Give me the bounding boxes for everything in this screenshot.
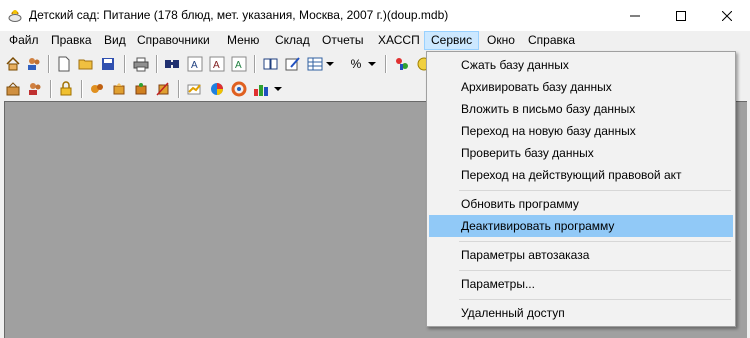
open-folder-icon[interactable]: [76, 54, 96, 74]
toolbar-separator: [178, 80, 180, 98]
tools-icon[interactable]: [392, 54, 412, 74]
staff-icon[interactable]: [25, 79, 45, 99]
home-icon[interactable]: [3, 54, 23, 74]
nutrition-icon[interactable]: [229, 79, 249, 99]
product-icon[interactable]: [131, 79, 151, 99]
minimize-button[interactable]: [612, 0, 658, 31]
menu-item-update-program[interactable]: Обновить программу: [429, 193, 733, 215]
menu-references[interactable]: Справочники: [131, 31, 216, 50]
svg-text:A: A: [191, 60, 198, 71]
save-icon[interactable]: [98, 54, 118, 74]
menu-service[interactable]: Сервис: [424, 31, 480, 50]
menu-haccp[interactable]: ХАССП: [372, 31, 426, 50]
window-title: Детский сад: Питание (178 блюд, мет. ука…: [29, 8, 449, 22]
menu-item-deactivate-program[interactable]: Деактивировать программу: [429, 215, 733, 237]
users-icon[interactable]: [24, 54, 44, 74]
main-toolbar: A A A %: [0, 52, 440, 76]
menu-separator: [459, 299, 731, 300]
menu-window[interactable]: Окно: [481, 31, 521, 50]
menu-reports[interactable]: Отчеты: [316, 31, 369, 50]
print-icon[interactable]: [131, 54, 151, 74]
toolbar-separator: [48, 55, 50, 73]
svg-text:A: A: [235, 60, 242, 71]
menu-item-parameters[interactable]: Параметры...: [429, 273, 733, 295]
filter-icon[interactable]: A: [229, 54, 249, 74]
percent-button[interactable]: %: [346, 54, 366, 74]
table-icon[interactable]: [305, 54, 325, 74]
menu-edit[interactable]: Правка: [45, 31, 98, 50]
basket-icon[interactable]: [3, 79, 23, 99]
menu-separator: [459, 270, 731, 271]
menu-item-archive-db[interactable]: Архивировать базу данных: [429, 76, 733, 98]
menu-view[interactable]: Вид: [98, 31, 132, 50]
find-icon[interactable]: [162, 54, 182, 74]
menu-item-switch-legal-act[interactable]: Переход на действующий правовой акт: [429, 164, 733, 186]
toolbar-separator: [254, 55, 256, 73]
edit-icon[interactable]: [283, 54, 303, 74]
menu-separator: [459, 190, 731, 191]
menu-item-autoorder-params[interactable]: Параметры автозаказа: [429, 244, 733, 266]
chevron-down-icon[interactable]: [324, 54, 336, 74]
app-icon: [7, 7, 23, 23]
menu-item-compact-db[interactable]: Сжать базу данных: [429, 54, 733, 76]
menu-bar: Файл Правка Вид Справочники Меню Склад О…: [0, 31, 750, 51]
toolbar-separator: [50, 80, 52, 98]
menu-item-remote-access[interactable]: Удаленный доступ: [429, 302, 733, 324]
bar-chart-icon[interactable]: [251, 79, 271, 99]
ingredients-icon[interactable]: [87, 79, 107, 99]
secondary-toolbar: [0, 77, 300, 101]
menu-separator: [459, 241, 731, 242]
toolbar-separator: [156, 55, 158, 73]
menu-menu[interactable]: Меню: [221, 31, 265, 50]
toolbar-separator: [385, 55, 387, 73]
maximize-button[interactable]: [658, 0, 704, 31]
new-document-icon[interactable]: [54, 54, 74, 74]
sort-descending-icon[interactable]: A: [207, 54, 227, 74]
lock-icon[interactable]: [56, 79, 76, 99]
dish-icon[interactable]: [109, 79, 129, 99]
service-menu-dropdown: Сжать базу данных Архивировать базу данн…: [426, 51, 736, 327]
title-bar: Детский сад: Питание (178 блюд, мет. ука…: [0, 0, 750, 31]
menu-file[interactable]: Файл: [3, 31, 45, 50]
menu-help[interactable]: Справка: [522, 31, 581, 50]
book-icon[interactable]: [261, 54, 281, 74]
close-button[interactable]: [704, 0, 750, 31]
menu-warehouse[interactable]: Склад: [269, 31, 316, 50]
sort-ascending-icon[interactable]: A: [185, 54, 205, 74]
pie-chart-icon[interactable]: [207, 79, 227, 99]
svg-text:A: A: [213, 60, 220, 71]
chevron-down-icon[interactable]: [272, 79, 284, 99]
toolbar-separator: [81, 80, 83, 98]
recipe-icon[interactable]: [153, 79, 173, 99]
pencil-chart-icon[interactable]: [185, 79, 205, 99]
menu-item-attach-db-to-mail[interactable]: Вложить в письмо базу данных: [429, 98, 733, 120]
chevron-down-icon[interactable]: [366, 54, 378, 74]
toolbar-separator: [124, 55, 126, 73]
menu-item-check-db[interactable]: Проверить базу данных: [429, 142, 733, 164]
menu-item-switch-new-db[interactable]: Переход на новую базу данных: [429, 120, 733, 142]
